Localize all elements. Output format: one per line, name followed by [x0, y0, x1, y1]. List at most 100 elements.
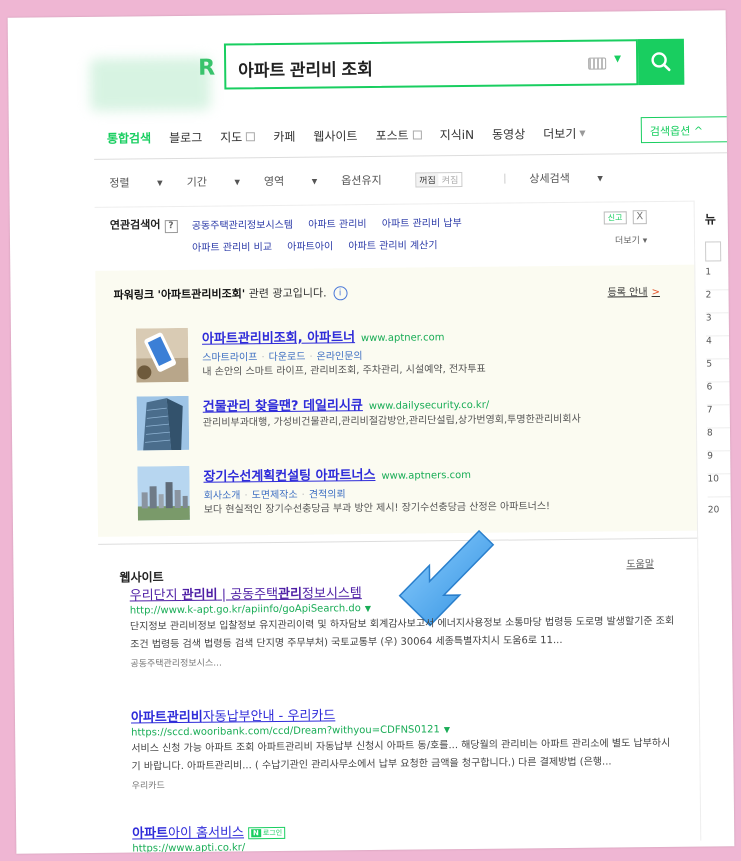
related-link[interactable]: 아파트 관리비 납부 — [382, 218, 462, 230]
tab-label: 동영상 — [492, 126, 526, 142]
ad-sublink[interactable]: 다운로드 — [269, 352, 306, 363]
ad-item: 장기수선계획컨설팅 아파트너스 www.aptners.com 회사소개 · 도면제작… — [137, 461, 678, 527]
related-link[interactable]: 아파트아이 — [287, 241, 333, 252]
rank-item[interactable]: 5 — [706, 359, 735, 383]
tab-kin[interactable]: 지식iN — [440, 123, 475, 145]
title-highlight: 관리 — [277, 586, 303, 602]
ad-sublink[interactable]: 온라인문의 — [317, 351, 363, 362]
ad-sublink[interactable]: 스마트라이프 — [202, 352, 257, 364]
badge-label: 로그인 — [262, 828, 283, 837]
close-icon[interactable]: X — [632, 210, 647, 225]
ad-url[interactable]: www.dailysecurity.co.kr/ — [369, 400, 489, 412]
chevron-down-icon[interactable]: ▼ — [444, 725, 450, 734]
title-part: 아이 홈서비스 — [168, 825, 245, 842]
related-title-text: 연관검색어 — [109, 218, 161, 232]
rank-item[interactable]: 9 — [707, 451, 735, 475]
tab-blog[interactable]: 블로그 — [169, 126, 202, 148]
rank-item[interactable]: 2 — [705, 290, 735, 314]
rank-item[interactable]: 6 — [706, 382, 735, 406]
tab-post[interactable]: 포스트 — [375, 123, 422, 145]
search-options-button[interactable]: 검색옵션 ^ — [640, 116, 735, 144]
filter-label: 옵션유지 — [341, 173, 382, 188]
chevron-down-icon[interactable]: ▼ — [365, 604, 371, 613]
keep-options-toggle[interactable]: 꺼짐 켜짐 — [415, 172, 463, 188]
ad-description: 내 손안의 스마트 라이프, 관리비조회, 주차관리, 시설예약, 전자투표 — [202, 363, 486, 378]
toggle-off[interactable]: 켜짐 — [439, 173, 462, 186]
ad-thumbnail-building[interactable] — [136, 395, 190, 451]
filter-sort[interactable]: 정렬 ▾ — [109, 174, 162, 191]
rank-item[interactable]: 10 — [707, 474, 735, 498]
related-searches: 연관검색어? 공동주택관리정보시스템 아파트 관리비 아파트 관리비 납부 아파… — [110, 210, 680, 254]
related-more-button[interactable]: 더보기 ▾ — [615, 233, 647, 246]
tab-more[interactable]: 더보기 ▼ — [543, 122, 586, 144]
ad-register-link[interactable]: 등록 안내 > — [607, 283, 660, 299]
filter-keep-options: 옵션유지 꺼짐 켜짐 — [341, 171, 486, 189]
related-link[interactable]: 아파트 관리비 계산기 — [348, 240, 437, 252]
web-result: 아파트관리비자동납부안내 - 우리카드 https://sccd.wooriba… — [131, 701, 692, 791]
ad-sublink[interactable]: 견적의뢰 — [309, 489, 346, 500]
powerlink-section: 파워링크 '아파트관리비조회' 관련 광고입니다. i 등록 안내 > 아파트관리… — [95, 264, 699, 537]
ad-url[interactable]: www.aptners.com — [381, 470, 471, 482]
rank-item[interactable]: 1 — [705, 267, 735, 291]
search-tabs: 통합검색 블로그 지도 카페 웹사이트 포스트 지식iN 동영상 더보기 ▼ — [107, 120, 727, 148]
tab-label: 블로그 — [169, 130, 203, 145]
rank-item[interactable]: 8 — [706, 428, 735, 452]
ad-body: 건물관리 찾을땐? 데일리시큐 www.dailysecurity.co.kr/ … — [203, 391, 673, 431]
ad-thumbnail-city[interactable] — [137, 465, 190, 521]
tab-label: 지식iN — [439, 127, 475, 142]
ad-title-link[interactable]: 건물관리 찾을땐? 데일리시큐 — [203, 398, 363, 415]
filter-detail[interactable]: 상세검색 ▾ — [529, 170, 603, 187]
tab-video[interactable]: 동영상 — [492, 122, 525, 144]
search-button[interactable] — [637, 38, 685, 86]
rank-item[interactable]: 4 — [706, 336, 735, 360]
ad-title-link[interactable]: 장기수선계획컨설팅 아파트너스 — [203, 468, 375, 485]
naver-logo[interactable] — [90, 57, 211, 111]
chevron-right-icon: > — [651, 286, 660, 299]
ad-item: 건물관리 찾을땐? 데일리시큐 www.dailysecurity.co.kr/ … — [136, 391, 678, 457]
new-window-icon — [246, 131, 256, 141]
tab-label: 웹사이트 — [313, 128, 358, 144]
title-part: | 공동주택 — [217, 586, 279, 603]
toggle-on[interactable]: 꺼짐 — [416, 173, 439, 187]
related-link[interactable]: 아파트 관리비 — [308, 219, 367, 231]
chevron-down-icon[interactable]: ▼ — [614, 54, 621, 64]
sidebar-box[interactable] — [705, 241, 722, 262]
website-section-title: 웹사이트 — [119, 570, 164, 585]
report-button[interactable]: 신고 — [603, 211, 627, 225]
chevron-down-icon: ▼ — [579, 128, 586, 138]
help-icon[interactable]: ? — [164, 220, 178, 234]
url-text: https://sccd.wooribank.com/ccd/Dream?wit… — [131, 724, 440, 739]
tab-map[interactable]: 지도 — [220, 125, 256, 147]
rank-item[interactable]: 3 — [705, 313, 735, 337]
divider — [94, 200, 695, 208]
search-box[interactable]: ▼ — [223, 39, 639, 90]
ad-description: 관리비부과대행, 가성비건물관리,관리비절감방안,관리단설립,상가번영회,투명한… — [202, 413, 581, 429]
ad-title-link[interactable]: 아파트관리비조회, 아파트너 — [202, 330, 355, 347]
title-part: 우리단지 — [129, 587, 182, 604]
divider — [94, 152, 735, 160]
naver-n-icon: N — [250, 828, 261, 837]
ad-sublink[interactable]: 도면제작소 — [252, 490, 298, 501]
tab-label: 지도 — [220, 129, 243, 145]
tab-cafe[interactable]: 카페 — [273, 125, 295, 147]
url-text: http://www.k-apt.go.kr/apiinfo/goApiSear… — [129, 603, 361, 617]
ad-sublink[interactable]: 회사소개 — [204, 490, 241, 501]
rank-item[interactable]: 7 — [706, 405, 735, 429]
help-link[interactable]: 도움말 — [626, 555, 654, 570]
keyboard-icon[interactable] — [588, 57, 607, 70]
filter-label: 영역 — [263, 174, 285, 189]
info-icon[interactable]: i — [333, 286, 348, 301]
rank-list: 1 2 3 4 5 6 7 8 9 10 — [705, 267, 735, 498]
related-link[interactable]: 아파트 관리비 비교 — [192, 242, 272, 254]
ad-thumbnail-phone[interactable] — [135, 327, 189, 383]
tab-website[interactable]: 웹사이트 — [313, 124, 357, 146]
tab-label: 카페 — [273, 129, 296, 144]
filter-area[interactable]: 영역 ▾ — [264, 173, 317, 190]
search-input[interactable] — [236, 51, 571, 82]
powerlink-label: 파워링크 — [113, 288, 155, 302]
filter-period[interactable]: 기간 ▾ — [187, 173, 240, 190]
tab-all[interactable]: 통합검색 — [107, 126, 151, 148]
ad-url[interactable]: www.aptner.com — [361, 332, 445, 344]
related-link[interactable]: 공동주택관리정보시스템 — [192, 220, 293, 232]
related-title: 연관검색어? — [110, 216, 178, 234]
